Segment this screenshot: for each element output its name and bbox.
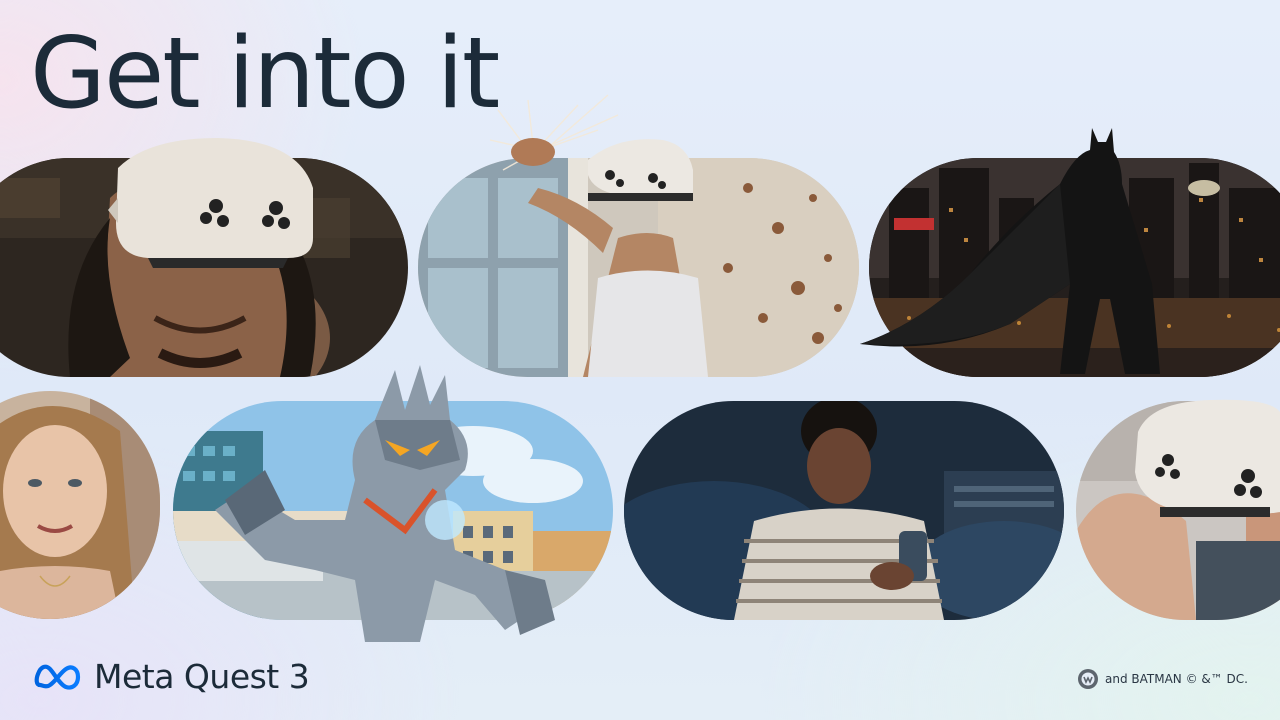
meta-infinity-logo-icon [34, 664, 81, 690]
teen-holding-controller-in-bed-photo [624, 401, 1064, 620]
wb-games-badge-icon [1077, 669, 1098, 689]
batman-rooftop-city-scene [869, 158, 1280, 377]
copyright-credit: and BATMAN © &™ DC. [1077, 668, 1248, 690]
hands-holding-headset-photo [1076, 401, 1280, 620]
woman-punching-mixed-reality-photo [418, 158, 859, 377]
headline: Get into it [30, 17, 500, 131]
brand-name: Meta Quest 3 [94, 656, 310, 696]
meta-quest-logo[interactable]: Meta Quest 3 [34, 648, 310, 704]
copyright-text: and BATMAN © &™ DC. [1104, 672, 1248, 686]
smiling-woman-portrait-photo [0, 391, 160, 619]
man-wearing-headset-photo [0, 158, 408, 377]
robot-monster-city-game-scene [173, 401, 613, 620]
